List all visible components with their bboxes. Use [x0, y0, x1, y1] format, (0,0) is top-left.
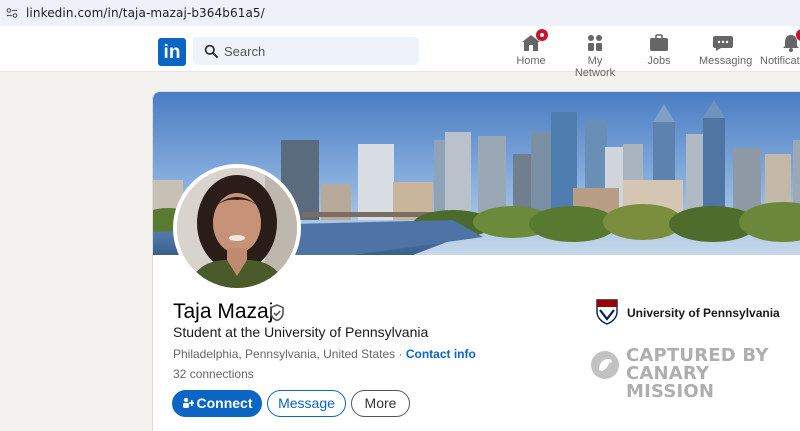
search-bar[interactable]: Search — [193, 37, 419, 65]
contact-info-link[interactable]: Contact info — [406, 347, 476, 361]
university-shield-logo — [596, 299, 618, 325]
search-icon — [204, 44, 218, 58]
nav-label-notifications: Notifications — [760, 55, 800, 67]
education-link[interactable]: University of Pennsylvania — [596, 299, 796, 327]
connect-button-label: Connect — [196, 395, 253, 411]
connect-button[interactable]: Connect — [172, 390, 262, 417]
profile-card: Taja Mazaj Student at the University of … — [152, 91, 800, 431]
browser-address-bar: linkedin.com/in/taja-mazaj-b364b61a5/ — [0, 0, 800, 26]
home-icon — [520, 29, 548, 52]
search-input[interactable]: Search — [224, 44, 265, 59]
chat-bubble-icon — [712, 34, 734, 52]
nav-label-jobs: Jobs — [647, 55, 671, 67]
profile-photo-image — [177, 168, 297, 288]
profile-headline: Student at the University of Pennsylvani… — [173, 324, 429, 340]
nav-item-home[interactable]: Home — [516, 29, 548, 67]
nav-label-home: Home — [516, 55, 546, 67]
top-navigation: in Search Home My Network Jobs Messaging… — [0, 26, 800, 79]
education-name: University of Pennsylvania — [627, 306, 780, 320]
connections-count-row[interactable]: 32 connections — [173, 367, 254, 381]
briefcase-icon — [648, 34, 670, 52]
people-icon — [584, 34, 606, 52]
profile-photo[interactable] — [173, 164, 301, 292]
nav-item-notifications[interactable]: 7 Notifications — [760, 29, 800, 67]
more-button[interactable]: More — [351, 390, 410, 417]
message-button[interactable]: Message — [267, 390, 346, 417]
captured-by-watermark: CAPTURED BY CANARY MISSION — [590, 347, 800, 401]
profile-location: Philadelphia, Pennsylvania, United State… — [173, 347, 396, 361]
nav-item-my-network[interactable]: My Network — [566, 34, 624, 79]
nav-label-messaging: Messaging — [699, 55, 753, 67]
separator-dot: · — [398, 347, 403, 361]
watermark-line-2: CANARY MISSION — [626, 363, 715, 402]
canary-bird-logo — [591, 351, 619, 379]
nav-item-messaging[interactable]: Messaging — [699, 34, 752, 67]
connections-count: 32 — [173, 367, 187, 381]
nav-item-jobs[interactable]: Jobs — [644, 34, 674, 67]
verified-shield-icon[interactable] — [267, 303, 287, 323]
url-text[interactable]: linkedin.com/in/taja-mazaj-b364b61a5/ — [26, 6, 265, 20]
linkedin-logo[interactable]: in — [158, 38, 186, 66]
nav-label-my-network: My Network — [574, 55, 616, 79]
connections-label: connections — [189, 367, 254, 381]
bell-icon: 7 — [780, 29, 800, 52]
url-field[interactable]: linkedin.com/in/taja-mazaj-b364b61a5/ — [0, 0, 800, 26]
profile-name: Taja Mazaj — [173, 300, 274, 323]
add-person-icon — [182, 397, 194, 408]
site-settings-icon[interactable] — [6, 7, 18, 19]
profile-location-row: Philadelphia, Pennsylvania, United State… — [173, 347, 476, 361]
notification-dot — [536, 29, 548, 41]
watermark-text: CAPTURED BY CANARY MISSION — [626, 347, 800, 401]
